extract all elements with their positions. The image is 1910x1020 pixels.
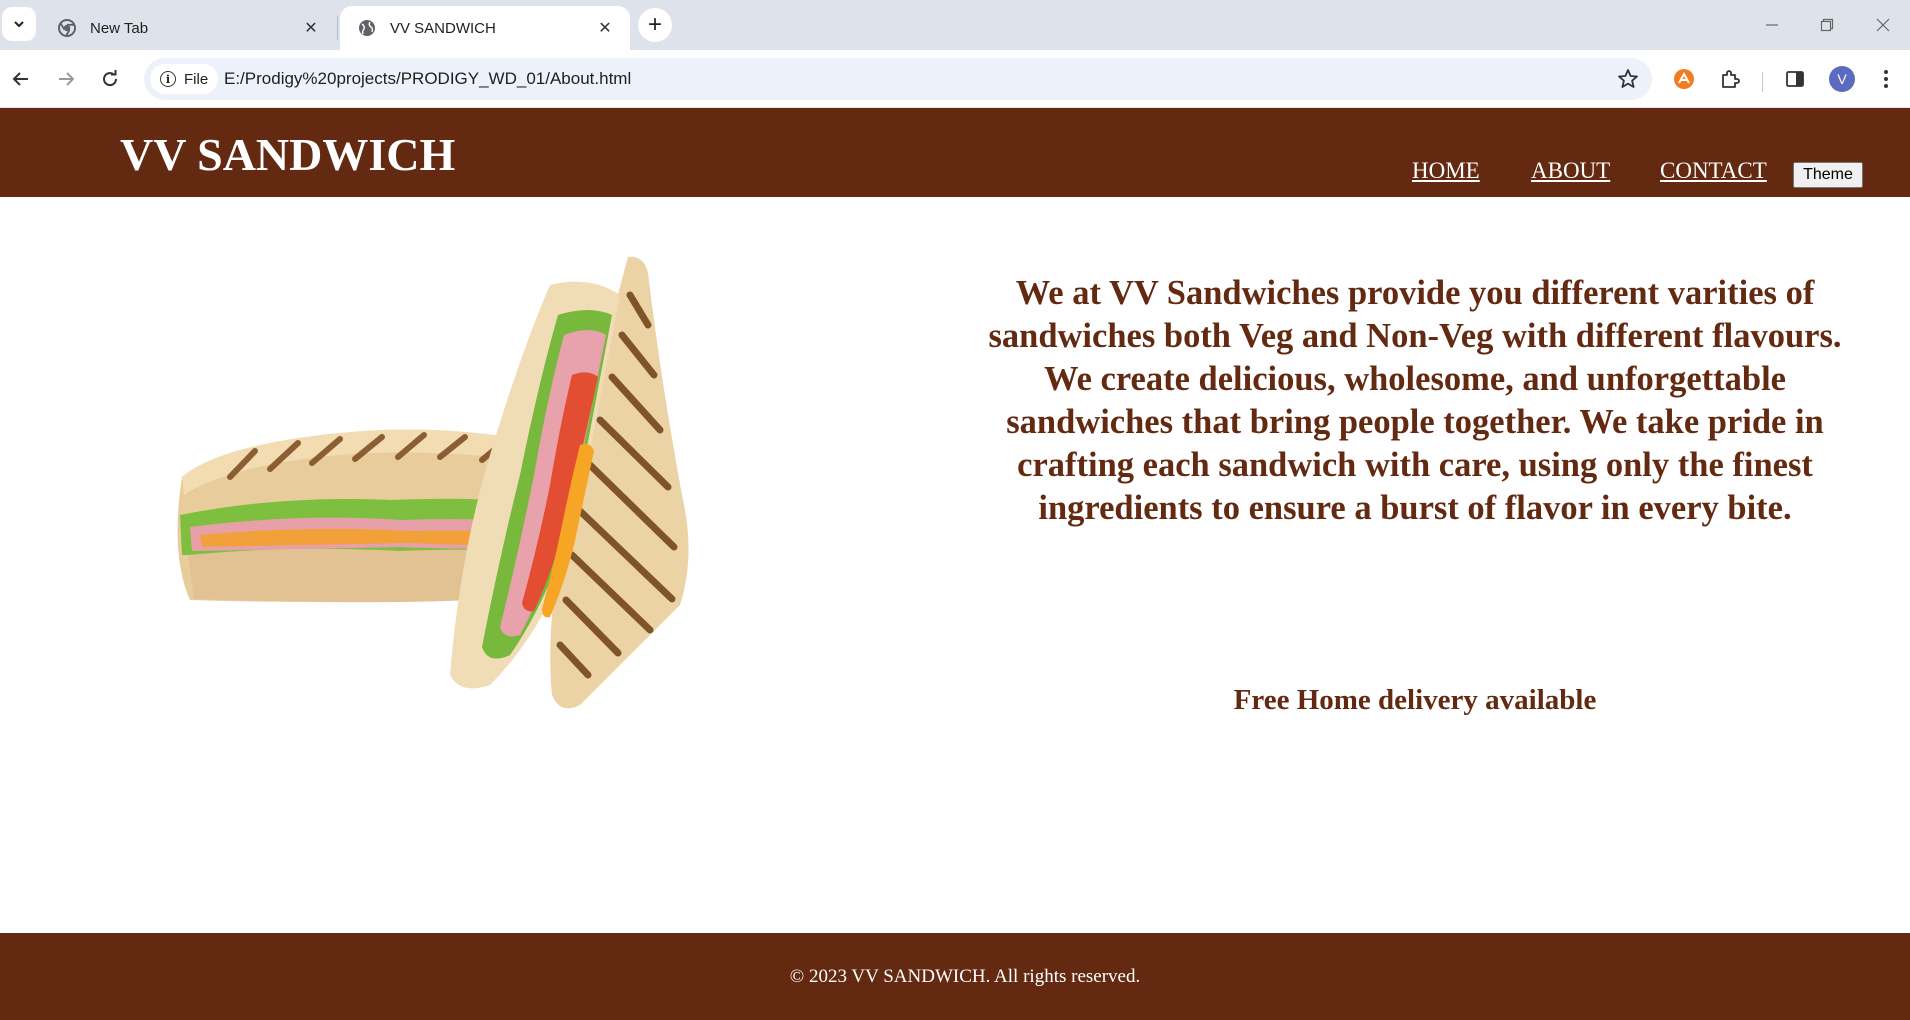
reload-icon bbox=[103, 70, 118, 87]
site-info-chip[interactable]: i File bbox=[150, 64, 219, 94]
arrow-left-icon bbox=[12, 72, 28, 86]
window-close-icon[interactable] bbox=[1860, 8, 1906, 42]
back-button[interactable] bbox=[3, 61, 39, 97]
tab-divider bbox=[337, 16, 338, 40]
new-tab-button[interactable]: + bbox=[638, 8, 672, 42]
address-bar[interactable]: i File E:/Prodigy%20projects/PRODIGY_WD_… bbox=[144, 58, 1652, 100]
browser-toolbar: i File E:/Prodigy%20projects/PRODIGY_WD_… bbox=[0, 50, 1910, 108]
url-text[interactable]: E:/Prodigy%20projects/PRODIGY_WD_01/Abou… bbox=[224, 58, 631, 100]
scheme-label: File bbox=[184, 70, 209, 88]
browser-tabstrip: New Tab ✕ VV SANDWICH ✕ + bbox=[0, 0, 1910, 50]
delivery-note: Free Home delivery available bbox=[1233, 684, 1597, 716]
tab-vv-sandwich[interactable]: VV SANDWICH ✕ bbox=[340, 6, 630, 50]
nav-about-link[interactable]: ABOUT bbox=[1531, 158, 1610, 184]
tab-search-button[interactable] bbox=[2, 7, 36, 41]
about-paragraph: We at VV Sandwiches provide you differen… bbox=[988, 274, 1842, 527]
tab-new-tab[interactable]: New Tab ✕ bbox=[40, 6, 336, 50]
sandwich-image bbox=[177, 256, 689, 709]
chrome-icon bbox=[58, 19, 76, 37]
forward-button[interactable] bbox=[48, 61, 84, 97]
extensions-puzzle-icon[interactable] bbox=[1715, 64, 1745, 94]
chevron-down-icon bbox=[14, 21, 24, 28]
profile-avatar[interactable]: V bbox=[1827, 64, 1857, 94]
site-footer: © 2023 VV SANDWICH. All rights reserved. bbox=[0, 933, 1910, 1020]
nav-contact-link[interactable]: CONTACT bbox=[1660, 158, 1767, 184]
close-icon[interactable]: ✕ bbox=[300, 17, 322, 39]
copyright-text: © 2023 VV SANDWICH. All rights reserved. bbox=[789, 965, 1141, 987]
globe-icon bbox=[358, 19, 376, 37]
site-header: VV SANDWICH HOME ABOUT CONTACT Theme bbox=[0, 108, 1910, 197]
restore-icon[interactable] bbox=[1804, 8, 1850, 42]
extension-orange-icon[interactable] bbox=[1669, 64, 1699, 94]
sandwich-right-half bbox=[450, 256, 689, 709]
reload-button[interactable] bbox=[92, 61, 128, 97]
bookmark-star-icon[interactable] bbox=[1616, 67, 1640, 91]
tab-title: VV SANDWICH bbox=[390, 19, 496, 37]
nav-home-link[interactable]: HOME bbox=[1412, 158, 1480, 184]
toolbar-divider bbox=[1762, 72, 1763, 92]
info-icon: i bbox=[160, 71, 176, 87]
tab-title: New Tab bbox=[90, 19, 149, 37]
close-icon[interactable]: ✕ bbox=[594, 17, 616, 39]
minimize-icon[interactable] bbox=[1749, 8, 1795, 42]
avatar-initial: V bbox=[1829, 66, 1855, 92]
arrow-right-icon bbox=[59, 72, 75, 86]
site-logo[interactable]: VV SANDWICH bbox=[120, 128, 455, 181]
side-panel-icon[interactable] bbox=[1780, 64, 1810, 94]
menu-kebab-icon[interactable] bbox=[1871, 64, 1901, 94]
theme-toggle-button[interactable]: Theme bbox=[1793, 162, 1863, 188]
